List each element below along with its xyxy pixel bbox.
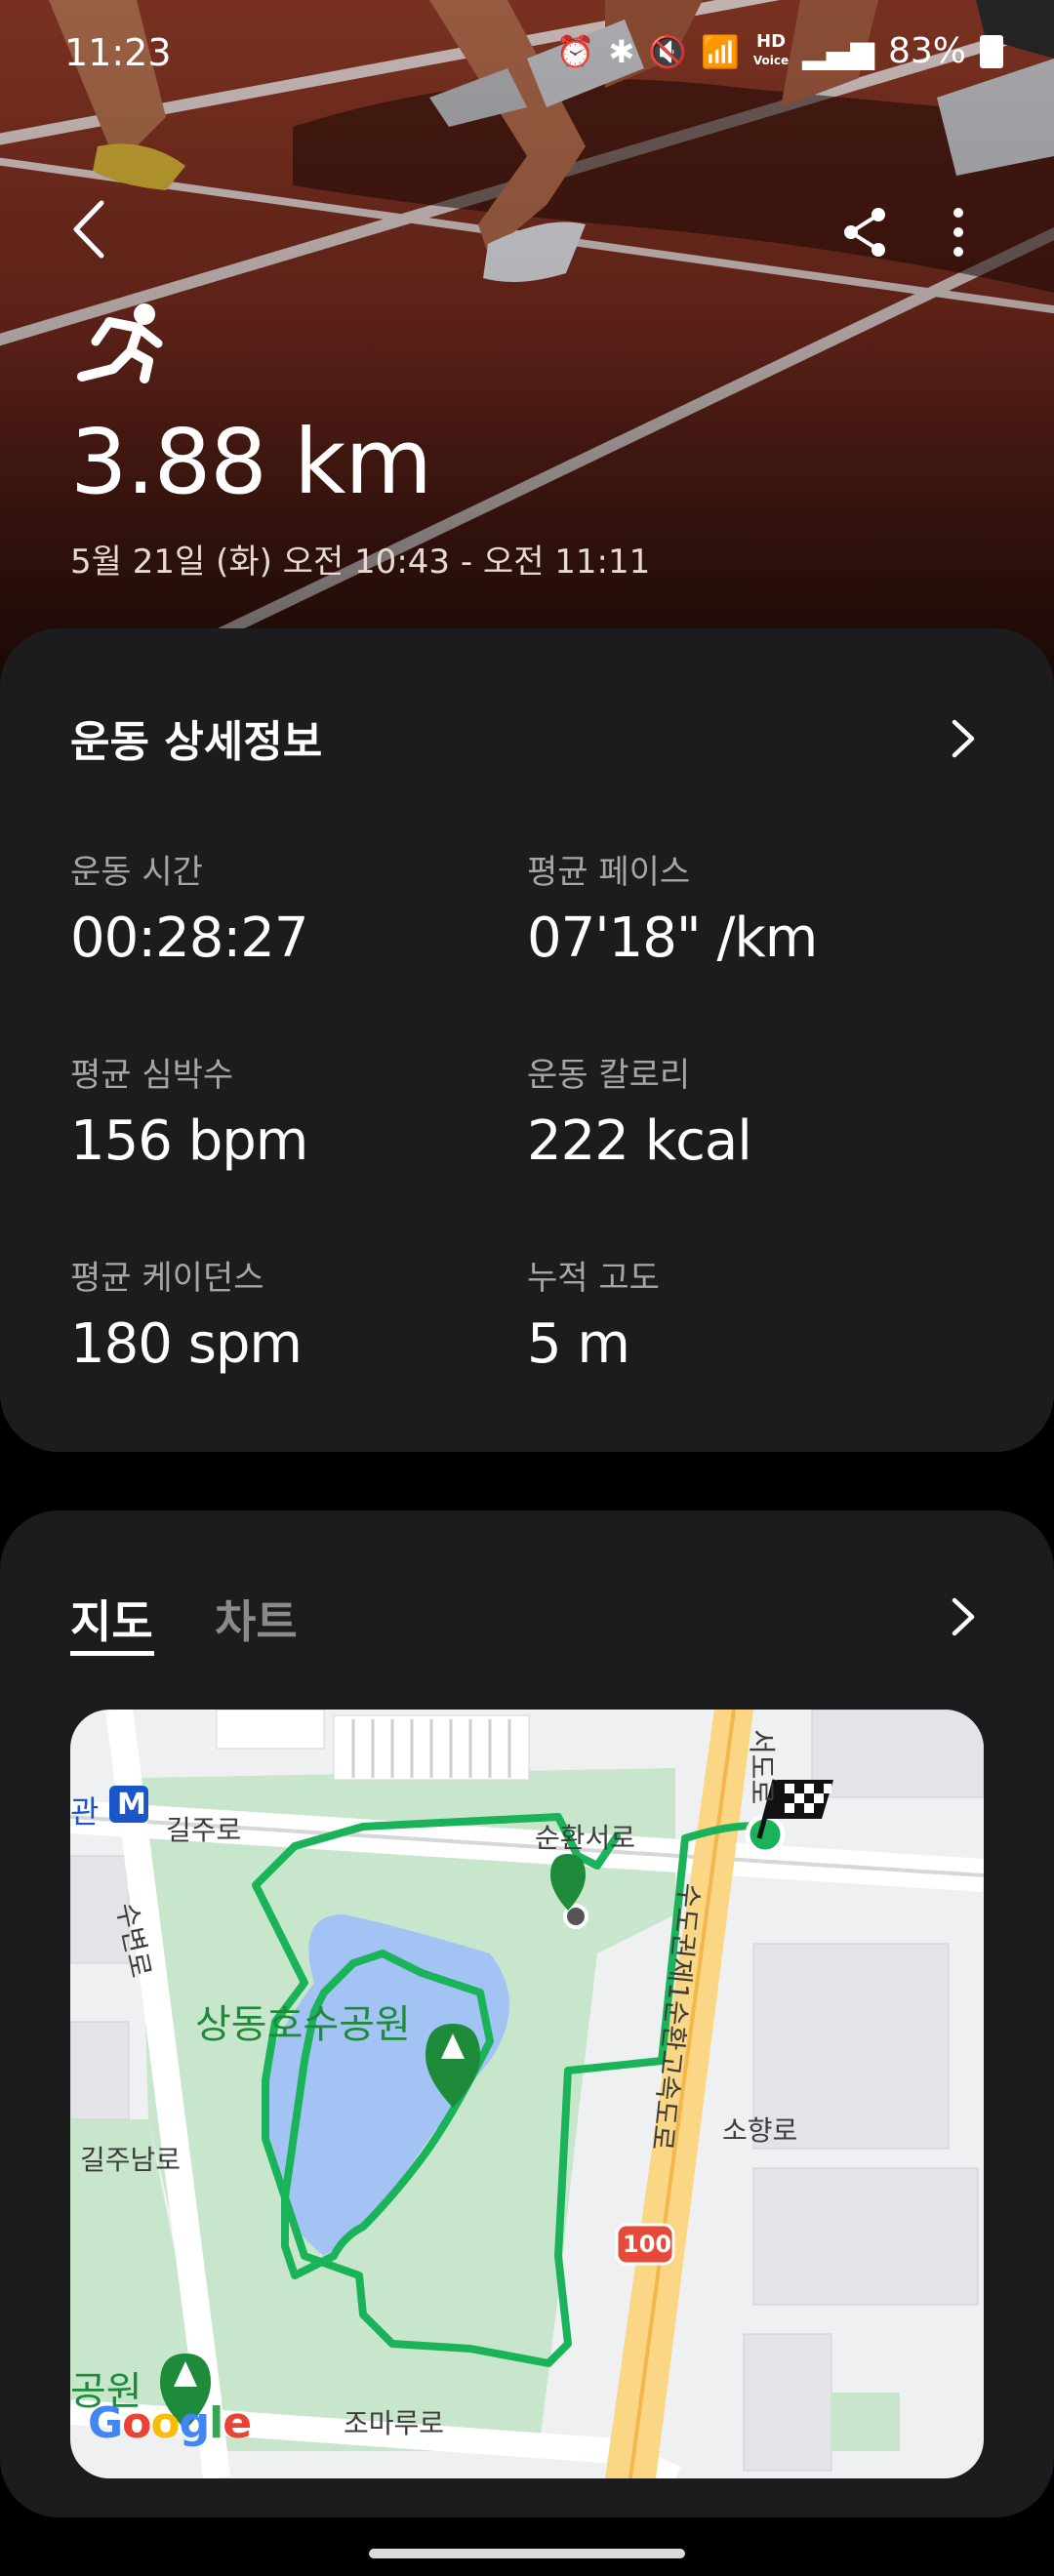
map-label-jomaruro: 조마루로 — [344, 2407, 445, 2439]
route-number-label: 100 — [623, 2231, 672, 2258]
stat-avg-pace: 평균 페이스 07'18" /km — [527, 845, 818, 970]
google-logo: Google — [88, 2398, 252, 2448]
stat-label: 누적 고도 — [527, 1259, 660, 1298]
stat-elevation-gain: 누적 고도 5 m — [527, 1251, 660, 1376]
stat-value: 5 m — [527, 1312, 630, 1376]
map-chart-card: 지도 차트 관 M 길주로 수변로 순환서로 상동호수공원 길주남로 공원 수도… — [0, 1510, 1054, 2517]
details-title: 운동 상세정보 — [70, 717, 323, 767]
stat-label: 운동 칼로리 — [527, 1056, 691, 1095]
stat-label: 평균 심박수 — [70, 1056, 234, 1095]
workout-details-card[interactable]: 운동 상세정보 운동 시간 00:28:27 평균 페이스 07'18" /km… — [0, 628, 1054, 1452]
wifi-icon: 📶 — [701, 32, 740, 70]
map-label-giljuro: 길주로 — [166, 1814, 242, 1846]
status-time: 11:23 — [64, 31, 172, 74]
stat-label: 평균 페이스 — [527, 853, 691, 892]
map-label-sohyangro: 소향로 — [722, 2114, 798, 2147]
workout-datetime: 5월 21일 (화) 오전 10:43 - 오전 11:11 — [70, 543, 651, 582]
map-label-giljunamro: 길주남로 — [80, 2144, 182, 2176]
stat-value: 00:28:27 — [70, 906, 309, 970]
stat-calories: 운동 칼로리 222 kcal — [527, 1048, 752, 1173]
stat-value: 156 bpm — [70, 1109, 308, 1173]
battery-icon — [980, 34, 1003, 68]
map-label-gwan: 관 — [70, 1793, 100, 1831]
alarm-icon: ⏰ — [555, 32, 595, 70]
stat-label: 평균 케이던스 — [70, 1259, 264, 1298]
status-icons: ⏰ ✱ 🔇 📶 HD Voice ▂▄▆ 83% — [556, 31, 1003, 71]
map-label-seodoro: 서도로 — [746, 1729, 778, 1805]
stat-label: 운동 시간 — [70, 853, 203, 892]
hd-voice-icon: HD Voice — [752, 31, 790, 68]
home-indicator[interactable] — [369, 2549, 685, 2558]
bluetooth-icon: ✱ — [608, 32, 635, 70]
hero-banner: 11:23 ⏰ ✱ 🔇 📶 HD Voice ▂▄▆ 83% 3.88 km 5… — [0, 0, 1054, 683]
tab-map[interactable]: 지도 — [70, 1587, 153, 1651]
stat-value: 180 spm — [70, 1312, 303, 1376]
tab-chart[interactable]: 차트 — [215, 1587, 298, 1651]
total-distance: 3.88 km — [70, 410, 432, 514]
stat-duration: 운동 시간 00:28:27 — [70, 845, 309, 970]
tab-selected-indicator — [70, 1651, 154, 1656]
metro-icon: M — [117, 1788, 146, 1822]
map-label-sunhwanseoro: 순환서로 — [535, 1822, 636, 1854]
signal-icon: ▂▄▆ — [802, 32, 874, 70]
battery-percent: 83% — [887, 31, 966, 71]
stat-value: 07'18" /km — [527, 906, 818, 970]
route-map[interactable]: 관 M 길주로 수변로 순환서로 상동호수공원 길주남로 공원 수도권제1순환고… — [70, 1710, 984, 2478]
chevron-right-icon[interactable] — [943, 714, 982, 763]
map-label-park: 상동호수공원 — [195, 2002, 411, 2047]
chevron-right-icon[interactable] — [943, 1592, 982, 1641]
share-icon[interactable] — [837, 203, 892, 262]
stat-value: 222 kcal — [527, 1109, 752, 1173]
more-options-icon[interactable] — [939, 203, 978, 262]
status-bar: 11:23 ⏰ ✱ 🔇 📶 HD Voice ▂▄▆ 83% — [0, 27, 1054, 86]
stat-avg-cadence: 평균 케이던스 180 spm — [70, 1251, 303, 1376]
mute-icon: 🔇 — [648, 32, 688, 70]
stat-avg-heart-rate: 평균 심박수 156 bpm — [70, 1048, 308, 1173]
back-arrow-icon[interactable] — [62, 195, 121, 263]
running-person-icon — [77, 303, 163, 383]
